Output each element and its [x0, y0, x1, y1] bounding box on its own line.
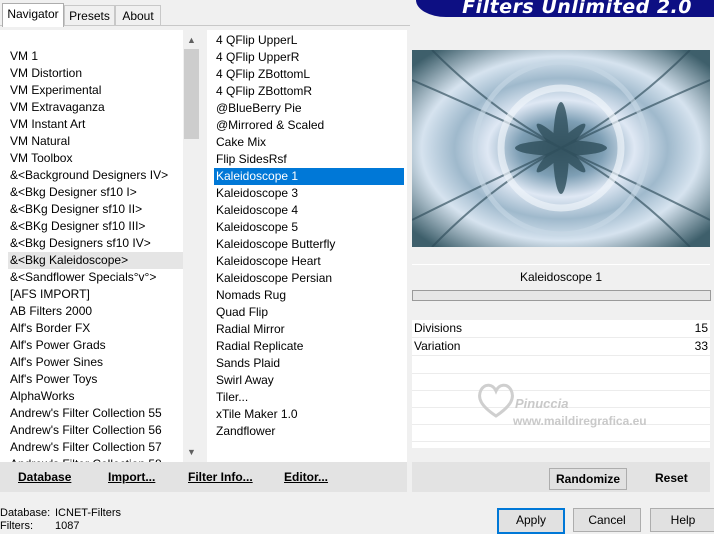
category-item[interactable]: VM Toolbox: [8, 150, 183, 167]
filter-info-button[interactable]: Filter Info...: [188, 470, 253, 484]
watermark: Pinuccia www.maildiregrafica.eu: [475, 380, 695, 430]
filter-item[interactable]: Kaleidoscope Persian: [214, 270, 404, 287]
filter-item[interactable]: Radial Mirror: [214, 321, 404, 338]
filter-item[interactable]: 4 QFlip UpperL: [214, 32, 404, 49]
filter-item[interactable]: @Mirrored & Scaled: [214, 117, 404, 134]
category-item[interactable]: &<Sandflower Specials°v°>: [8, 269, 183, 286]
filter-item[interactable]: Flip SidesRsf: [214, 151, 404, 168]
reset-button[interactable]: Reset: [655, 471, 688, 485]
category-scrollbar[interactable]: ▲ ▼: [183, 30, 200, 462]
param-value[interactable]: 15: [695, 320, 708, 337]
filter-item[interactable]: Zandflower: [214, 423, 404, 440]
progress-bar: [412, 290, 711, 301]
filter-item[interactable]: Swirl Away: [214, 372, 404, 389]
status-filters-label: Filters:: [0, 520, 33, 532]
randomize-button[interactable]: Randomize: [549, 468, 627, 490]
category-item[interactable]: &<Background Designers IV>: [8, 167, 183, 184]
filter-item[interactable]: 4 QFlip ZBottomL: [214, 66, 404, 83]
param-row-variation[interactable]: Variation 33: [412, 338, 710, 356]
param-name: Divisions: [414, 321, 463, 335]
category-item[interactable]: AlphaWorks: [8, 388, 183, 405]
tab-presets[interactable]: Presets: [64, 5, 115, 26]
category-item[interactable]: Alf's Border FX: [8, 320, 183, 337]
category-list[interactable]: VM 1 VM Distortion VM Experimental VM Extra…: [8, 48, 183, 462]
cancel-button[interactable]: Cancel: [573, 508, 641, 532]
filter-item[interactable]: Kaleidoscope 5: [214, 219, 404, 236]
filter-item[interactable]: @BlueBerry Pie: [214, 100, 404, 117]
bottom-toolbar: Database Import... Filter Info... Editor…: [0, 462, 407, 492]
filter-item[interactable]: Radial Replicate: [214, 338, 404, 355]
filter-item[interactable]: Tiler...: [214, 389, 404, 406]
status-database: Database: ICNET-Filters: [0, 507, 121, 520]
category-item[interactable]: VM Distortion: [8, 65, 183, 82]
status-database-label: Database:: [0, 507, 51, 519]
category-item[interactable]: VM Extravaganza: [8, 99, 183, 116]
apply-button[interactable]: Apply: [497, 508, 565, 534]
category-item[interactable]: VM Instant Art: [8, 116, 183, 133]
editor-button[interactable]: Editor...: [284, 470, 328, 484]
preview-image: [412, 50, 710, 247]
category-item[interactable]: &<Bkg Kaleidoscope>: [8, 252, 183, 269]
category-item[interactable]: Andrew's Filter Collection 55: [8, 405, 183, 422]
param-name: Variation: [414, 339, 461, 353]
heart-logo-icon: [478, 383, 514, 418]
tab-about[interactable]: About: [115, 5, 161, 26]
category-item[interactable]: VM 1: [8, 48, 183, 65]
category-item[interactable]: &<BKg Designer sf10 III>: [8, 218, 183, 235]
help-button[interactable]: Help: [650, 508, 714, 532]
filter-list[interactable]: 4 QFlip UpperL 4 QFlip UpperR 4 QFlip ZBot…: [214, 32, 404, 457]
category-item[interactable]: [AFS IMPORT]: [8, 286, 183, 303]
filter-item[interactable]: Cake Mix: [214, 134, 404, 151]
filter-item[interactable]: 4 QFlip ZBottomR: [214, 83, 404, 100]
category-item[interactable]: Andrew's Filter Collection 56: [8, 422, 183, 439]
category-item[interactable]: Alf's Power Sines: [8, 354, 183, 371]
category-item[interactable]: VM Natural: [8, 133, 183, 150]
filter-item[interactable]: Kaleidoscope Heart: [214, 253, 404, 270]
status-database-value: ICNET-Filters: [55, 507, 121, 519]
filter-item[interactable]: Nomads Rug: [214, 287, 404, 304]
banner-title: Filters Unlimited 2.0: [462, 0, 692, 17]
category-item[interactable]: Alf's Power Grads: [8, 337, 183, 354]
database-button[interactable]: Database: [18, 470, 71, 484]
param-row-empty: [412, 441, 710, 442]
param-value[interactable]: 33: [695, 338, 708, 355]
category-item[interactable]: Alf's Power Toys: [8, 371, 183, 388]
tab-navigator[interactable]: Navigator: [2, 3, 64, 27]
import-button[interactable]: Import...: [108, 470, 155, 484]
filter-caption: Kaleidoscope 1: [412, 264, 710, 290]
category-item[interactable]: VM Experimental: [8, 82, 183, 99]
status-filters: Filters: 1087: [0, 520, 79, 533]
app-banner: Filters Unlimited 2.0: [416, 0, 714, 17]
param-row-empty: [412, 373, 710, 374]
category-item[interactable]: Andrew's Filter Collection 57: [8, 439, 183, 456]
filter-item[interactable]: 4 QFlip UpperR: [214, 49, 404, 66]
filter-item[interactable]: Kaleidoscope 3: [214, 185, 404, 202]
scroll-thumb[interactable]: [184, 49, 199, 139]
filter-item[interactable]: xTile Maker 1.0: [214, 406, 404, 423]
watermark-name: Pinuccia: [515, 396, 569, 411]
status-filters-value: 1087: [55, 520, 80, 532]
filter-item[interactable]: Sands Plaid: [214, 355, 404, 372]
category-item[interactable]: AB Filters 2000: [8, 303, 183, 320]
filter-item[interactable]: Quad Flip: [214, 304, 404, 321]
watermark-url: www.maildiregrafica.eu: [513, 414, 647, 428]
scroll-up-icon[interactable]: ▲: [183, 32, 200, 49]
category-item[interactable]: &<Bkg Designer sf10 I>: [8, 184, 183, 201]
scroll-down-icon[interactable]: ▼: [183, 444, 200, 461]
category-item[interactable]: &<BKg Designer sf10 II>: [8, 201, 183, 218]
filter-item[interactable]: Kaleidoscope 4: [214, 202, 404, 219]
filter-item[interactable]: Kaleidoscope 1: [214, 168, 404, 185]
filter-item[interactable]: Kaleidoscope Butterfly: [214, 236, 404, 253]
param-row-divisions[interactable]: Divisions 15: [412, 320, 710, 338]
category-item[interactable]: &<Bkg Designers sf10 IV>: [8, 235, 183, 252]
